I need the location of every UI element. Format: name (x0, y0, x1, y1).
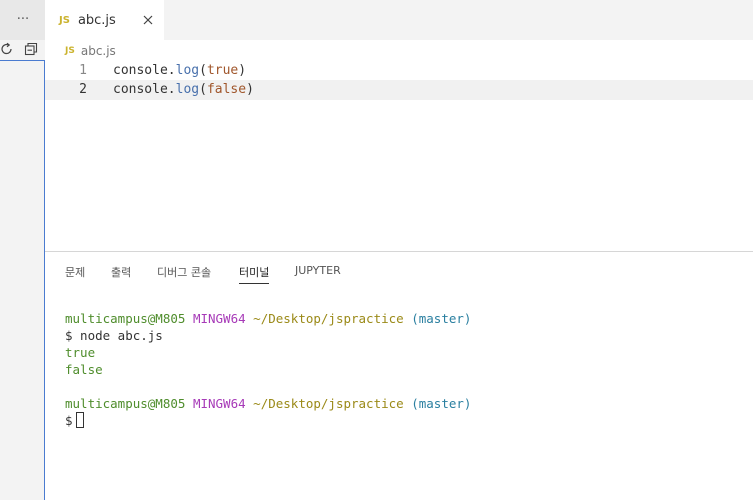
bottom-panel: 문제 출력 디버그 콘솔 터미널 JUPYTER multicampus@M80… (45, 251, 753, 500)
tab-problems[interactable]: 문제 (65, 264, 85, 284)
terminal-branch: (master) (411, 311, 472, 326)
breadcrumb: JS abc.js (65, 42, 116, 60)
terminal-user: multicampus@M805 (65, 396, 186, 411)
terminal-branch: (master) (411, 396, 472, 411)
tab-output[interactable]: 출력 (111, 264, 131, 284)
tab-label: abc.js (77, 12, 116, 28)
breadcrumb-file[interactable]: abc.js (81, 44, 116, 58)
code-token: false (206, 82, 247, 97)
code-text: console.log(false) (113, 80, 254, 100)
terminal-prompt-line: multicampus@M805 MINGW64 ~/Desktop/jspra… (65, 310, 471, 327)
terminal-env: MINGW64 (192, 396, 246, 411)
code-token: true (206, 63, 239, 78)
code-token: . (167, 63, 176, 78)
sidebar-toolbar (0, 40, 45, 60)
refresh-icon[interactable] (0, 42, 14, 56)
explorer-panel (0, 60, 45, 500)
tab-jupyter[interactable]: JUPYTER (295, 264, 341, 284)
terminal-path: ~/Desktop/jspractice (253, 311, 404, 326)
code-line[interactable]: 2 console.log(false) (45, 80, 753, 100)
code-token: ) (238, 63, 247, 78)
terminal-env: MINGW64 (192, 311, 246, 326)
code-line[interactable]: 1 console.log(true) (45, 61, 753, 81)
terminal-prompt-line: multicampus@M805 MINGW64 ~/Desktop/jspra… (65, 395, 471, 412)
terminal-input-line[interactable]: $ (65, 412, 471, 429)
terminal-user: multicampus@M805 (65, 311, 186, 326)
sidebar-header: ··· (0, 0, 45, 40)
terminal-command: $ node abc.js (65, 328, 163, 343)
editor-tab-bar: JS abc.js (45, 0, 753, 40)
code-token: . (167, 82, 176, 97)
code-token: ( (199, 63, 207, 78)
code-token: log (175, 82, 200, 97)
tab-terminal[interactable]: 터미널 (239, 264, 270, 284)
terminal-output-line: true (65, 345, 96, 360)
tab-debug-console[interactable]: 디버그 콘솔 (157, 264, 211, 284)
more-actions-icon[interactable]: ··· (10, 10, 36, 30)
collapse-all-icon[interactable] (24, 42, 38, 56)
code-token: ( (199, 82, 207, 97)
code-token: log (175, 63, 200, 78)
line-number: 1 (79, 63, 87, 78)
terminal-input-prompt: $ (65, 413, 73, 428)
code-token: console (113, 82, 168, 97)
terminal-output-line: false (65, 362, 103, 377)
code-editor[interactable]: JS abc.js 1 console.log(true) 2 console.… (45, 40, 753, 251)
panel-tab-bar: 문제 출력 디버그 콘솔 터미널 JUPYTER (45, 252, 753, 288)
js-file-icon: JS (59, 14, 70, 26)
terminal-output[interactable]: multicampus@M805 MINGW64 ~/Desktop/jspra… (65, 310, 471, 429)
js-file-icon: JS (65, 46, 75, 56)
line-number: 2 (79, 82, 87, 97)
code-text: console.log(true) (113, 61, 246, 81)
terminal-cursor (75, 412, 84, 428)
close-icon[interactable] (142, 14, 154, 26)
terminal-path: ~/Desktop/jspractice (253, 396, 404, 411)
sidebar: ··· (0, 0, 45, 500)
tab-abc-js[interactable]: JS abc.js (45, 0, 164, 40)
code-token: ) (246, 82, 254, 97)
code-token: console (113, 63, 168, 78)
